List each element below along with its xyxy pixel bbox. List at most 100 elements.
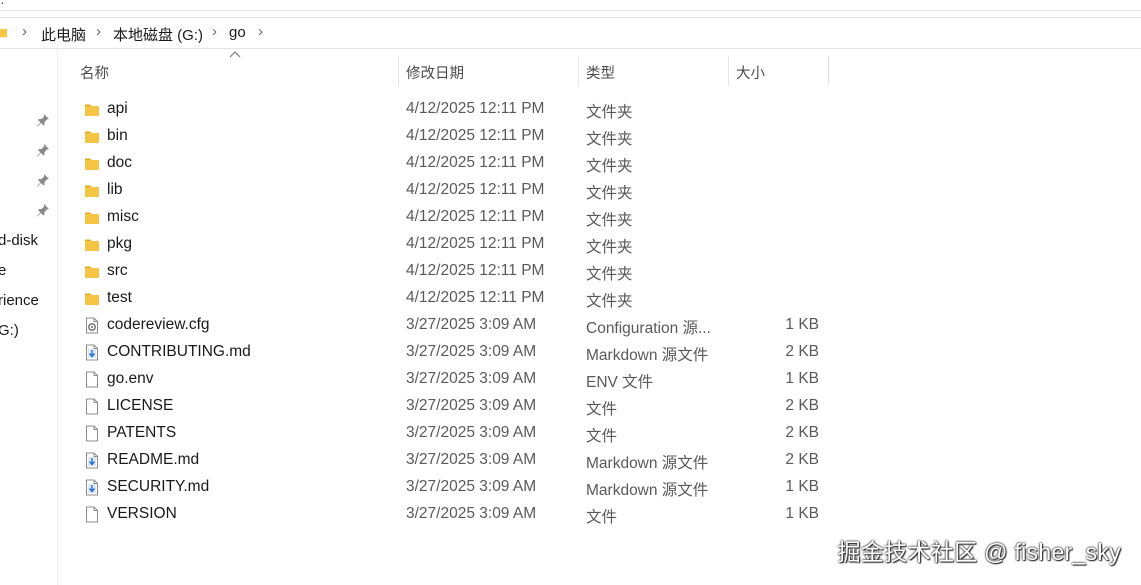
file-name: PATENTS: [107, 424, 177, 441]
pin-icon[interactable]: [36, 143, 50, 157]
breadcrumb-item-this-pc[interactable]: 此电脑: [41, 24, 86, 45]
file-name: README.md: [107, 451, 200, 468]
breadcrumb-separator-icon[interactable]: ›: [22, 23, 27, 40]
file-row[interactable]: VERSION 3/27/2025 3:09 AM 文件 1 KB: [79, 501, 839, 528]
address-folder-icon: [0, 28, 8, 38]
breadcrumb-item-local-disk[interactable]: 本地磁盘 (G:): [113, 24, 203, 45]
file-icon: [84, 425, 100, 442]
file-modified-date: 4/12/2025 12:11 PM: [406, 262, 545, 279]
file-modified-date: 3/27/2025 3:09 AM: [406, 316, 537, 333]
watermark: 掘金技术社区 @ fisher_sky: [837, 539, 1121, 565]
breadcrumb-item-go[interactable]: go: [229, 24, 246, 41]
folder-icon: [84, 290, 100, 307]
folder-icon: [84, 236, 100, 253]
file-name: codereview.cfg: [107, 316, 210, 333]
file-type: 文件: [586, 428, 618, 445]
file-type: 文件夹: [586, 212, 633, 229]
file-row[interactable]: doc 4/12/2025 12:11 PM 文件夹: [79, 150, 839, 177]
column-header-row: 名称 修改日期 类型 大小: [57, 48, 1141, 90]
address-bar[interactable]: › 此电脑 › 本地磁盘 (G:) › go ›: [0, 17, 1141, 49]
file-type: Markdown 源文件: [586, 455, 709, 472]
breadcrumb-separator-icon[interactable]: ›: [96, 23, 101, 40]
file-name: doc: [107, 154, 132, 171]
file-row[interactable]: bin 4/12/2025 12:11 PM 文件夹: [79, 123, 839, 150]
file-row[interactable]: README.md 3/27/2025 3:09 AM Markdown 源文件 2 …: [79, 447, 839, 474]
nav-item-label[interactable]: rience: [0, 292, 39, 309]
file-modified-date: 4/12/2025 12:11 PM: [406, 154, 545, 171]
folder-icon: [84, 155, 100, 172]
file-modified-date: 4/12/2025 12:11 PM: [406, 181, 545, 198]
file-size: 1 KB: [785, 478, 819, 495]
file-type: Markdown 源文件: [586, 482, 709, 499]
navigation-pane[interactable]: d-disk e rience G:): [0, 48, 58, 585]
nav-item-label[interactable]: G:): [0, 322, 19, 339]
file-row[interactable]: go.env 3/27/2025 3:09 AM ENV 文件 1 KB: [79, 366, 839, 393]
config-file-icon: [84, 317, 100, 334]
nav-item-label[interactable]: d-disk: [0, 232, 38, 249]
file-name: misc: [107, 208, 139, 225]
file-modified-date: 3/27/2025 3:09 AM: [406, 451, 537, 468]
folder-icon: [84, 128, 100, 145]
file-row[interactable]: test 4/12/2025 12:11 PM 文件夹: [79, 285, 839, 312]
file-name: go.env: [107, 370, 154, 387]
file-size: 1 KB: [785, 505, 819, 522]
file-icon: [84, 371, 100, 388]
file-name: LICENSE: [107, 397, 174, 414]
breadcrumb-expand-icon[interactable]: ›: [258, 23, 263, 40]
column-divider[interactable]: [828, 56, 829, 86]
file-type: 文件夹: [586, 185, 633, 202]
file-type: 文件夹: [586, 131, 633, 148]
file-type: 文件夹: [586, 239, 633, 256]
file-icon: [84, 506, 100, 523]
column-divider[interactable]: [728, 56, 729, 86]
file-modified-date: 3/27/2025 3:09 AM: [406, 505, 537, 522]
folder-icon: [84, 182, 100, 199]
file-modified-date: 3/27/2025 3:09 AM: [406, 397, 537, 414]
file-name: CONTRIBUTING.md: [107, 343, 251, 360]
column-header-size[interactable]: 大小: [736, 62, 765, 83]
file-type: 文件夹: [586, 266, 633, 283]
file-row[interactable]: lib 4/12/2025 12:11 PM 文件夹: [79, 177, 839, 204]
folder-icon: [84, 101, 100, 118]
nav-item-label[interactable]: e: [0, 262, 6, 279]
file-row[interactable]: codereview.cfg 3/27/2025 3:09 AM Configura…: [79, 312, 839, 339]
file-type: ENV 文件: [586, 374, 654, 391]
file-size: 2 KB: [785, 343, 819, 360]
file-row[interactable]: src 4/12/2025 12:11 PM 文件夹: [79, 258, 839, 285]
file-type: Configuration 源...: [586, 320, 711, 337]
file-size: 2 KB: [785, 451, 819, 468]
file-name: pkg: [107, 235, 132, 252]
file-row[interactable]: SECURITY.md 3/27/2025 3:09 AM Markdown 源文件…: [79, 474, 839, 501]
column-divider[interactable]: [398, 56, 399, 86]
file-row[interactable]: PATENTS 3/27/2025 3:09 AM 文件 2 KB: [79, 420, 839, 447]
file-icon: [84, 398, 100, 415]
markdown-file-icon: [84, 479, 100, 496]
column-divider[interactable]: [578, 56, 579, 86]
file-modified-date: 4/12/2025 12:11 PM: [406, 100, 545, 117]
column-header-date[interactable]: 修改日期: [406, 62, 464, 83]
file-type: Markdown 源文件: [586, 347, 709, 364]
file-row[interactable]: CONTRIBUTING.md 3/27/2025 3:09 AM Markdown…: [79, 339, 839, 366]
file-modified-date: 3/27/2025 3:09 AM: [406, 478, 537, 495]
pin-icon[interactable]: [36, 173, 50, 187]
column-header-name[interactable]: 名称: [80, 62, 109, 83]
markdown-file-icon: [84, 452, 100, 469]
column-header-type[interactable]: 类型: [586, 62, 615, 83]
file-name: test: [107, 289, 132, 306]
file-name: src: [107, 262, 128, 279]
file-size: 1 KB: [785, 316, 819, 333]
breadcrumb-separator-icon[interactable]: ›: [212, 23, 217, 40]
file-modified-date: 4/12/2025 12:11 PM: [406, 127, 545, 144]
title-strip-glyph: ·: [0, 0, 5, 10]
sort-ascending-icon: [229, 51, 241, 58]
file-name: lib: [107, 181, 123, 198]
file-modified-date: 3/27/2025 3:09 AM: [406, 424, 537, 441]
file-type: 文件夹: [586, 104, 633, 121]
file-row[interactable]: pkg 4/12/2025 12:11 PM 文件夹: [79, 231, 839, 258]
file-row[interactable]: LICENSE 3/27/2025 3:09 AM 文件 2 KB: [79, 393, 839, 420]
file-row[interactable]: misc 4/12/2025 12:11 PM 文件夹: [79, 204, 839, 231]
pin-icon[interactable]: [36, 203, 50, 217]
pin-icon[interactable]: [36, 113, 50, 127]
file-row[interactable]: api 4/12/2025 12:11 PM 文件夹: [79, 96, 839, 123]
file-modified-date: 3/27/2025 3:09 AM: [406, 343, 537, 360]
